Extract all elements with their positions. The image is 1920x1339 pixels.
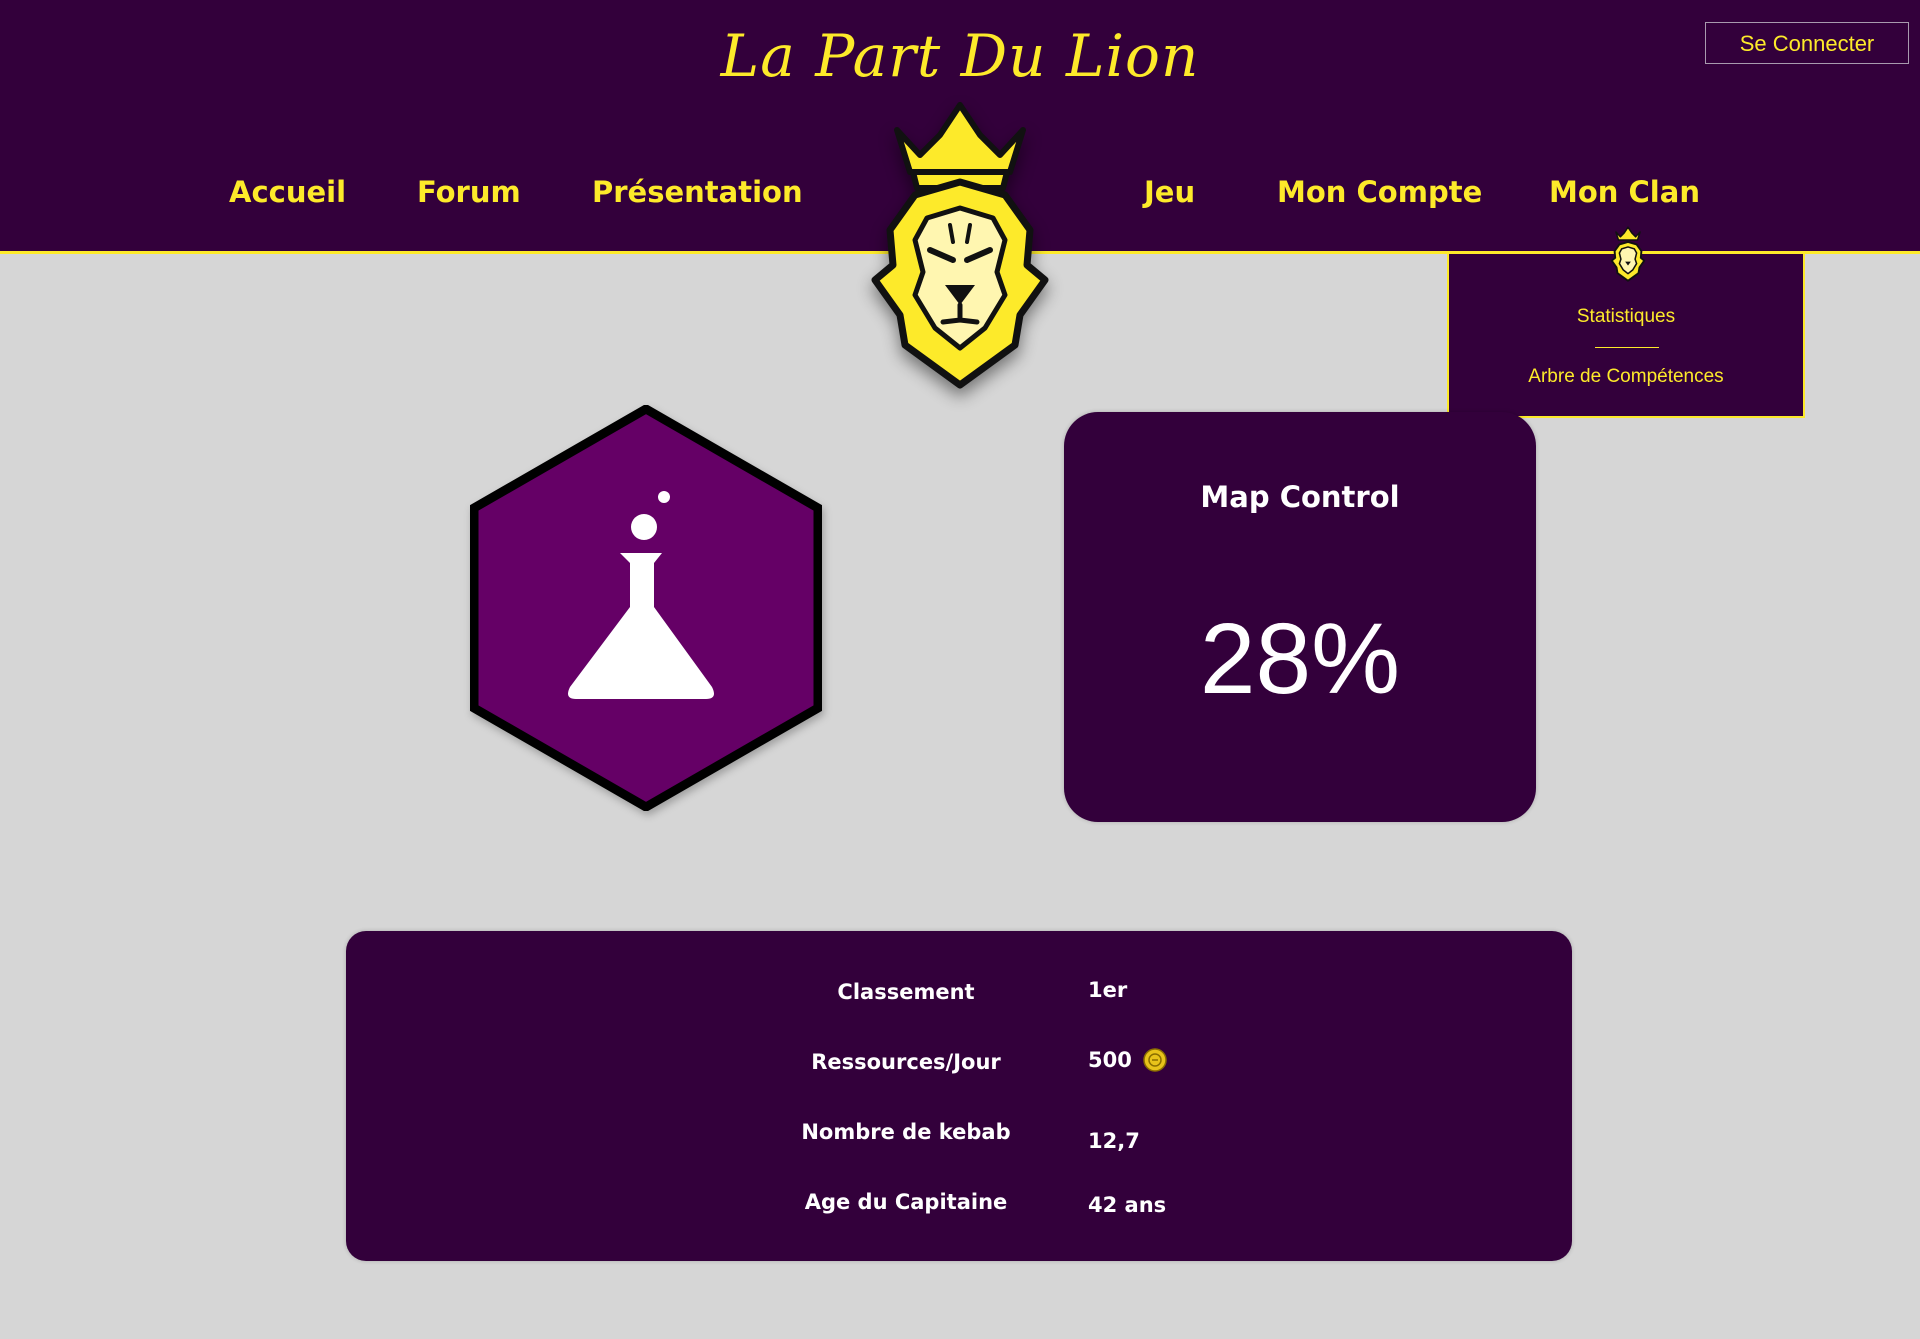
info-label-ressources: Ressources/Jour — [811, 1050, 1001, 1074]
nav-item-accueil[interactable]: Accueil — [229, 175, 346, 209]
stat-value: 28% — [1199, 603, 1401, 715]
dropdown-item-arbre-competences[interactable]: Arbre de Compétences — [1449, 366, 1803, 388]
info-value-ressources: 500 — [1088, 1048, 1132, 1072]
info-label-classement: Classement — [837, 980, 975, 1004]
nav-item-jeu[interactable]: Jeu — [1144, 175, 1195, 209]
info-value-capitaine: 42 ans — [1088, 1193, 1167, 1217]
nav-item-mon-compte[interactable]: Mon Compte — [1277, 175, 1482, 209]
clan-info-card: Classement 1er Ressources/Jour 500 Nombr… — [346, 931, 1572, 1261]
info-value-kebab: 12,7 — [1088, 1129, 1140, 1153]
map-control-card: Map Control 28% — [1064, 412, 1536, 822]
nav-item-presentation[interactable]: Présentation — [592, 175, 803, 209]
nav-item-forum[interactable]: Forum — [417, 175, 521, 209]
info-value-classement: 1er — [1088, 978, 1128, 1002]
info-label-capitaine: Age du Capitaine — [804, 1190, 1008, 1214]
coin-icon — [1143, 1048, 1167, 1072]
nav-item-mon-clan[interactable]: Mon Clan — [1549, 175, 1700, 209]
clan-emblem — [470, 405, 822, 811]
crowned-lion-icon — [1610, 226, 1646, 282]
stat-title: Map Control — [1200, 480, 1400, 514]
crowned-lion-icon[interactable] — [845, 100, 1075, 390]
dropdown-item-statistiques[interactable]: Statistiques — [1449, 306, 1803, 328]
info-label-kebab: Nombre de kebab — [801, 1120, 1011, 1144]
site-brand[interactable]: La Part Du Lion — [0, 22, 1920, 90]
clan-dropdown-menu: Statistiques Arbre de Compétences — [1447, 226, 1805, 418]
login-button[interactable]: Se Connecter — [1705, 22, 1909, 64]
dropdown-divider — [1595, 347, 1659, 348]
